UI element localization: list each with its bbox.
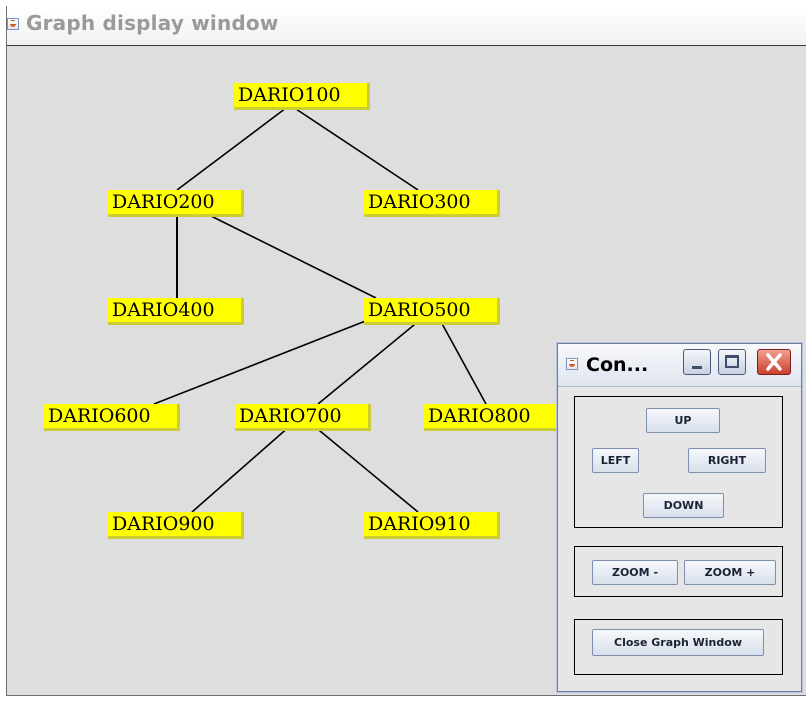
minimize-button[interactable]	[683, 349, 711, 375]
graph-node-dario400[interactable]: DARIO400	[108, 298, 244, 325]
desktop: Graph display window DARIO100 DARIO200 D…	[0, 0, 806, 702]
zoom-out-button[interactable]: ZOOM -	[592, 560, 678, 585]
main-window-title: Graph display window	[26, 11, 279, 35]
java-app-icon	[566, 358, 578, 370]
close-window-button[interactable]	[757, 349, 791, 375]
graph-node-dario900[interactable]: DARIO900	[108, 512, 244, 539]
graph-node-dario500[interactable]: DARIO500	[364, 298, 500, 325]
maximize-button[interactable]	[718, 349, 746, 375]
control-title-bar[interactable]: Con...	[558, 344, 801, 387]
graph-node-dario200[interactable]: DARIO200	[108, 190, 244, 217]
down-button[interactable]: DOWN	[643, 493, 724, 518]
zoom-in-button[interactable]: ZOOM +	[684, 560, 776, 585]
graph-node-dario700[interactable]: DARIO700	[235, 404, 371, 431]
graph-node-dario600[interactable]: DARIO600	[44, 404, 180, 431]
minimize-icon	[692, 366, 702, 369]
close-graph-window-button[interactable]: Close Graph Window	[592, 629, 764, 656]
graph-node-dario300[interactable]: DARIO300	[364, 190, 500, 217]
java-app-icon	[7, 18, 19, 30]
graph-node-dario910[interactable]: DARIO910	[364, 512, 500, 539]
control-window-title: Con...	[586, 354, 649, 376]
graph-node-dario800[interactable]: DARIO800	[424, 404, 560, 431]
left-button[interactable]: LEFT	[592, 448, 639, 473]
main-title-bar[interactable]: Graph display window	[7, 6, 806, 46]
maximize-icon	[725, 355, 739, 368]
up-button[interactable]: UP	[646, 408, 720, 433]
right-button[interactable]: RIGHT	[688, 448, 766, 473]
control-window: Con... UP LEFT RIGHT DOWN ZOOM - ZOOM + …	[557, 343, 802, 692]
close-icon	[766, 353, 782, 371]
graph-node-dario100[interactable]: DARIO100	[234, 83, 370, 110]
